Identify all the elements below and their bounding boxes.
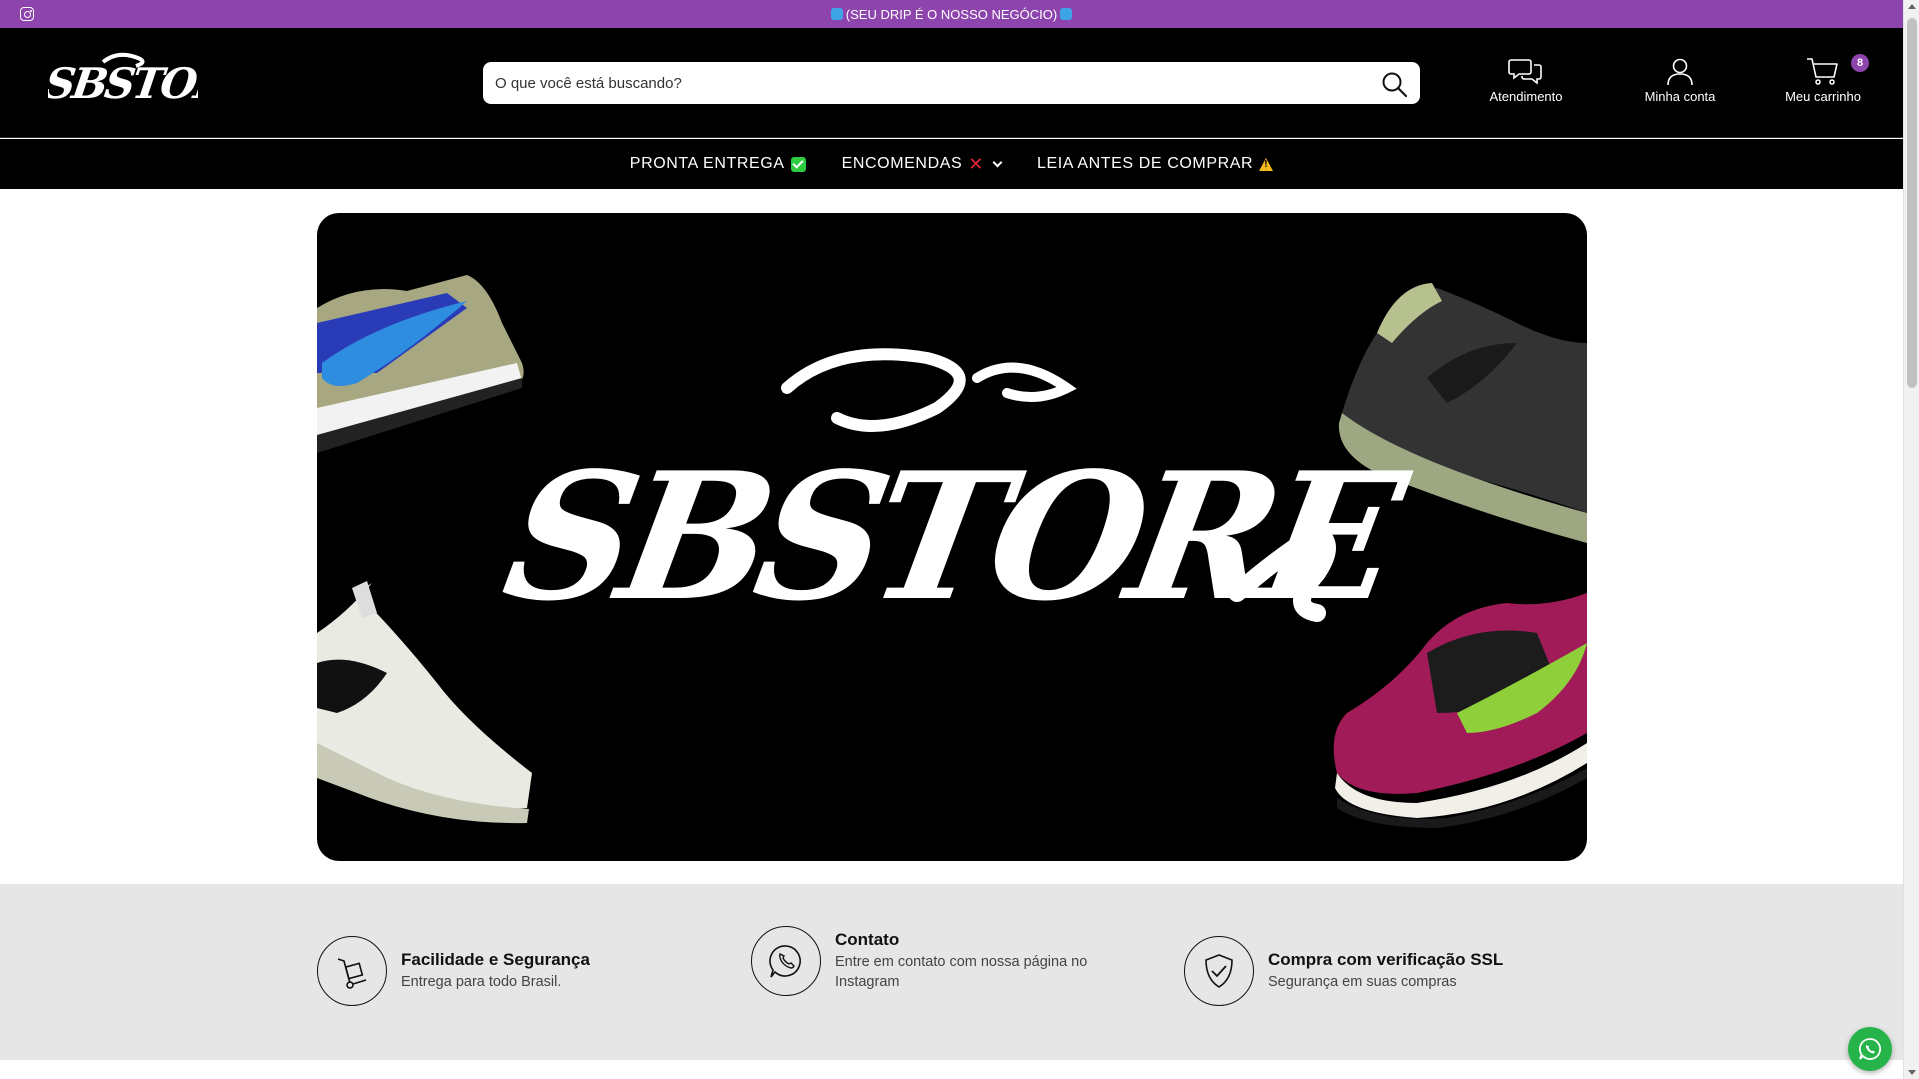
feature-text: Facilidade e Segurança Entrega para todo…: [401, 950, 590, 992]
feature-text: Compra com verificação SSL Segurança em …: [1268, 950, 1503, 992]
hero-banner[interactable]: SBSTORE: [317, 213, 1587, 861]
site-header: SBSTORE Atendimento Minha conta: [0, 28, 1903, 138]
account-label: Minha conta: [1644, 89, 1716, 104]
main-nav: PRONTA ENTREGA ENCOMENDAS ✕ LEIA ANTES D…: [0, 139, 1903, 189]
nav-item-label: LEIA ANTES DE COMPRAR: [1036, 155, 1254, 172]
site-logo[interactable]: SBSTORE: [42, 50, 263, 112]
page: (SEU DRIP É O NOSSO NEGÓCIO) SBSTORE Ate…: [0, 0, 1903, 1079]
scroll-down-arrow-icon[interactable]: [1908, 1070, 1916, 1075]
cart-count-badge: 8: [1851, 54, 1869, 72]
feature-text: Contato Entre em contato com nossa págin…: [835, 930, 1135, 992]
check-mark-emoji-icon: [790, 156, 806, 172]
chevron-down-icon: [992, 157, 1003, 167]
banner-logo: SBSTORE: [492, 348, 1421, 640]
whatsapp-float-button[interactable]: [1848, 1027, 1892, 1071]
svg-text:SBSTORE: SBSTORE: [48, 58, 198, 108]
features-section: Facilidade e Segurança Entrega para todo…: [0, 884, 1903, 1060]
emoji-icon: [830, 8, 843, 20]
feature-contact[interactable]: Contato Entre em contato com nossa págin…: [751, 926, 1135, 996]
feature-ssl: Compra com verificação SSL Segurança em …: [1184, 936, 1503, 1006]
feature-title: Compra com verificação SSL: [1268, 950, 1504, 969]
feature-desc: Entrega para todo Brasil.: [401, 974, 562, 990]
emoji-icon: [1060, 8, 1073, 20]
cross-mark-emoji-icon: ✕: [968, 154, 984, 174]
search-bar: [483, 62, 1420, 104]
instagram-icon[interactable]: [20, 7, 34, 21]
page-scrollbar[interactable]: [1903, 0, 1919, 1079]
announcement-bar: (SEU DRIP É O NOSSO NEGÓCIO): [0, 0, 1903, 28]
chat-icon: [1508, 59, 1542, 85]
feature-title: Contato: [835, 930, 900, 949]
whatsapp-icon: [1859, 1038, 1882, 1060]
cart-label: Meu carrinho: [1785, 89, 1861, 104]
feature-desc: Entre em contato com nossa página no Ins…: [835, 954, 1088, 990]
user-icon: [1667, 58, 1693, 86]
feature-desc: Segurança em suas compras: [1268, 974, 1457, 990]
cart-icon: [1807, 58, 1838, 85]
page-footer-edge: [0, 1060, 1903, 1079]
scrollbar-thumb[interactable]: [1907, 18, 1917, 388]
support-link[interactable]: Atendimento: [1466, 56, 1586, 104]
support-label: Atendimento: [1489, 89, 1563, 104]
feature-title: Facilidade e Segurança: [401, 950, 590, 969]
scroll-up-arrow-icon[interactable]: [1908, 4, 1916, 9]
feature-delivery: Facilidade e Segurança Entrega para todo…: [317, 936, 590, 1006]
shield-check-icon: [1184, 936, 1254, 1006]
account-link[interactable]: Minha conta: [1620, 56, 1740, 104]
nav-item-pronta-entrega[interactable]: PRONTA ENTREGA: [630, 155, 806, 173]
nav-item-label: PRONTA ENTREGA: [629, 155, 785, 172]
hand-truck-icon: [317, 936, 387, 1006]
search-input[interactable]: [495, 74, 1355, 92]
nav-item-label: ENCOMENDAS: [841, 155, 963, 172]
whatsapp-icon: [751, 926, 821, 996]
search-icon[interactable]: [1380, 70, 1408, 98]
nav-item-leia-antes[interactable]: LEIA ANTES DE COMPRAR: [1036, 155, 1274, 173]
blue-olive-dunk-sneaker-image: [317, 275, 524, 453]
nav-item-encomendas[interactable]: ENCOMENDAS ✕: [841, 154, 1003, 174]
announcement-text: (SEU DRIP É O NOSSO NEGÓCIO): [845, 6, 1058, 22]
svg-text:SBSTORE: SBSTORE: [492, 433, 1421, 639]
warning-emoji-icon: [1259, 157, 1274, 171]
